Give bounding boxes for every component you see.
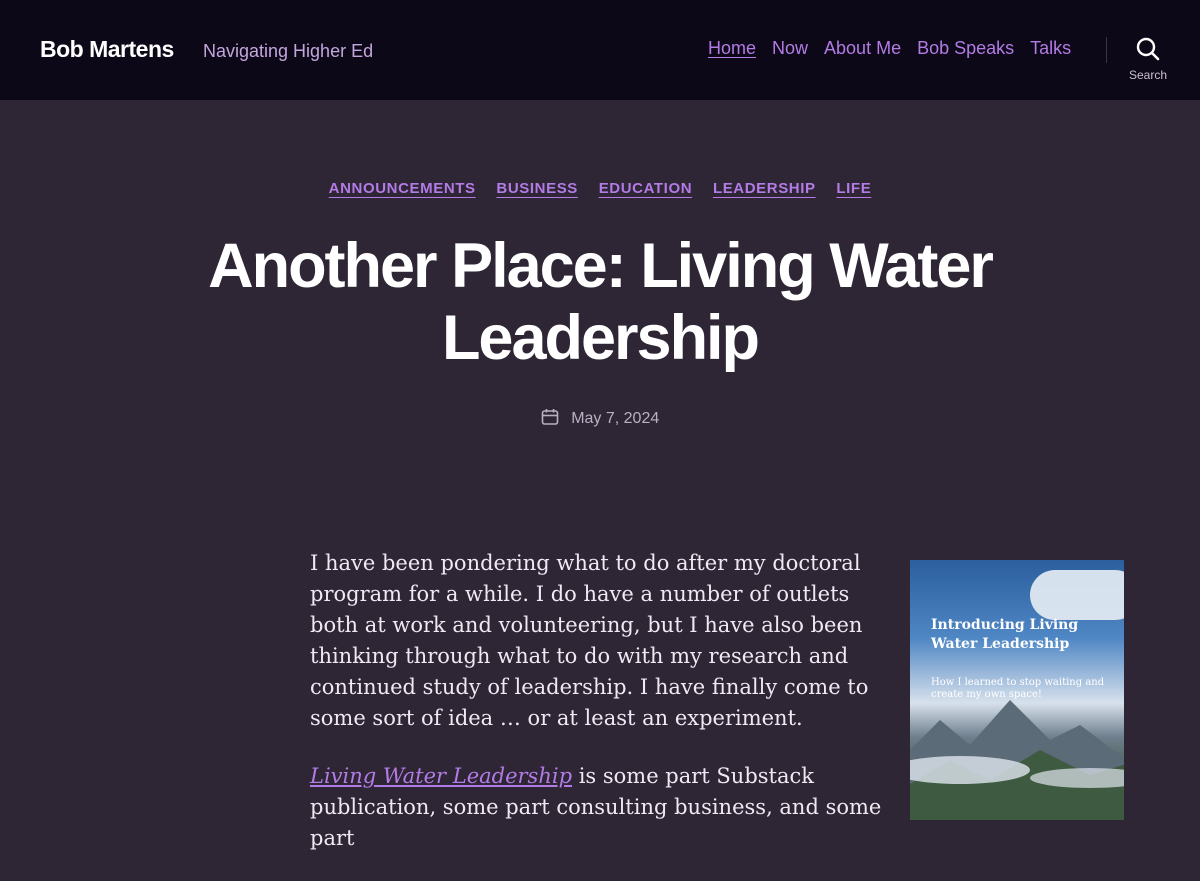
site-title[interactable]: Bob Martens [40,36,174,63]
cover-title: Introducing Living Water Leadership [931,617,1079,652]
search-button[interactable]: Search [1122,36,1174,88]
cover-subtitle: How I learned to stop waiting and create… [931,677,1105,700]
post-meta: May 7, 2024 [0,408,1200,428]
post-categories: ANNOUNCEMENTS BUSINESS EDUCATION LEADERS… [0,180,1200,197]
nav-item-bob-speaks[interactable]: Bob Speaks [917,38,1014,59]
post-paragraph: Living Water Leadership is some part Sub… [310,761,895,854]
primary-nav: Home Now About Me Bob Speaks Talks [708,38,1071,59]
category-link-education[interactable]: EDUCATION [599,180,692,197]
calendar-icon [541,409,571,427]
nav-item-talks[interactable]: Talks [1030,38,1071,59]
nav-item-about-me[interactable]: About Me [824,38,901,59]
cover-cloud [1030,570,1124,620]
nav-item-home[interactable]: Home [708,38,756,59]
post-content: I have been pondering what to do after m… [310,548,895,881]
category-link-life[interactable]: LIFE [836,180,871,197]
nav-item-now[interactable]: Now [772,38,808,59]
search-label: Search [1128,68,1168,82]
cover-mountains [910,700,1124,820]
living-water-leadership-link[interactable]: Living Water Leadership [310,764,572,788]
post-date[interactable]: May 7, 2024 [571,410,659,427]
category-link-business[interactable]: BUSINESS [496,180,578,197]
nav-divider [1106,37,1107,63]
post-paragraph: I have been pondering what to do after m… [310,551,869,730]
cover-image: Introducing Living Water Leadership How … [910,560,1124,820]
search-icon [1122,36,1174,62]
site-header: Bob Martens Navigating Higher Ed Home No… [0,0,1200,100]
category-link-announcements[interactable]: ANNOUNCEMENTS [329,180,476,197]
site-tagline: Navigating Higher Ed [203,41,374,61]
category-link-leadership[interactable]: LEADERSHIP [713,180,816,197]
post-title: Another Place: Living Water Leadership [208,231,994,373]
